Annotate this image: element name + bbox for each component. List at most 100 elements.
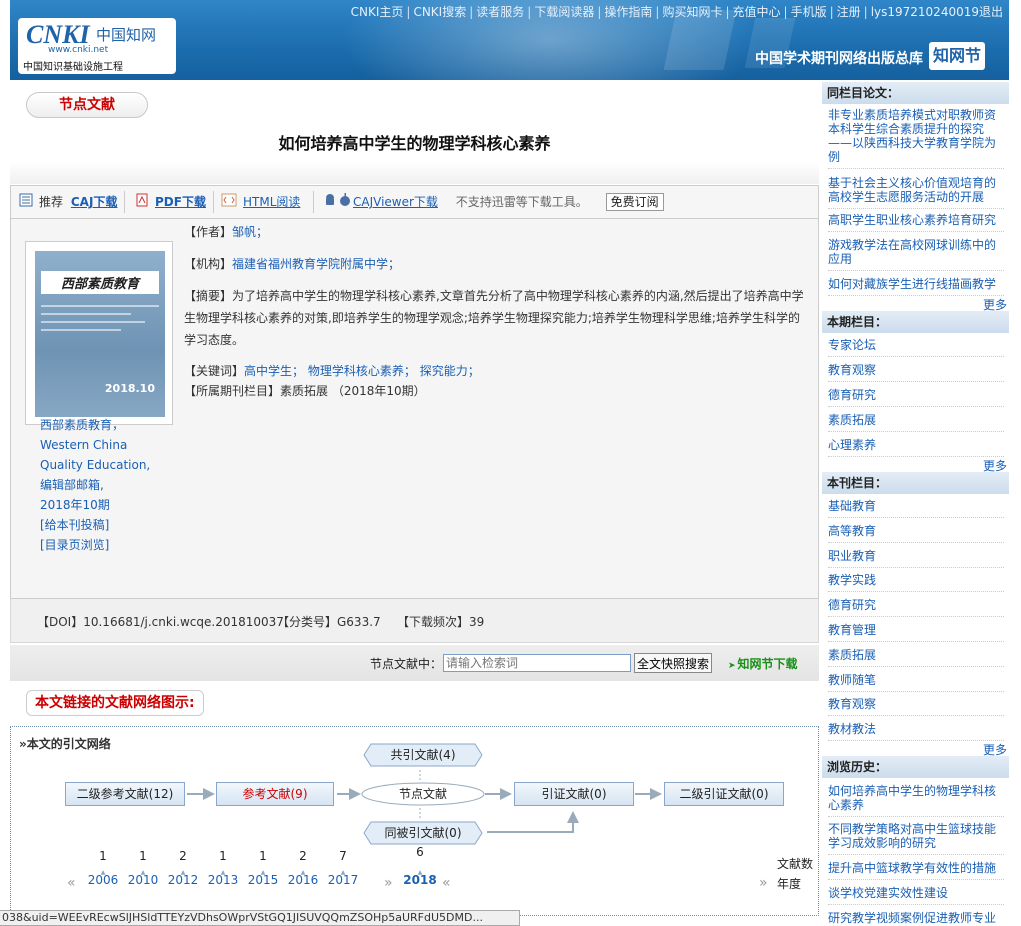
journal-name-en-1[interactable]: Western China [40, 435, 150, 455]
journal-column-link[interactable]: 教师随笔 [828, 673, 1004, 692]
issue-column-link[interactable]: 德育研究 [828, 388, 1004, 407]
toolbar-divider [124, 191, 125, 213]
issue-column-link[interactable]: 教育观察 [828, 363, 1004, 382]
year-link[interactable]: 2017 [323, 873, 363, 887]
keywords-label: 【关键词】 [184, 364, 245, 378]
nav-download-reader[interactable]: 下载阅读器 [534, 5, 594, 19]
browse-history-heading: 浏览历史： [822, 756, 1009, 778]
nav-buy-card[interactable]: 购买知网卡 [662, 5, 722, 19]
journal-column-link[interactable]: 素质拓展 [828, 648, 1004, 667]
nav-cnki-search[interactable]: CNKI搜索 [413, 5, 466, 19]
cajviewer-group: CAJViewer下载 不支持迅雷等下载工具。 免费订阅 [323, 186, 664, 218]
issue-columns-heading: 本期栏目： [822, 311, 1009, 333]
journal-name-en-2[interactable]: Quality Education, [40, 455, 150, 475]
apple-icon [339, 187, 351, 219]
node-document-label: 节点文献 [398, 787, 447, 801]
same-column-article[interactable]: 如何对藏族学生进行线描画教学 [828, 277, 1004, 296]
same-column-article[interactable]: 高职学生职业核心素养培育研究 [828, 213, 1004, 232]
second-level-references[interactable]: 二级参考文献(12) [65, 782, 185, 806]
history-article[interactable]: 如何培养高中学生的物理学科核心素养 [828, 784, 1004, 817]
references[interactable]: 参考文献(9) [216, 782, 334, 806]
node-download-link[interactable]: 知网节下载 [728, 655, 798, 672]
keyword-link[interactable]: 高中学生； [244, 364, 304, 378]
journal-issue[interactable]: 2018年10期 [40, 495, 150, 515]
recommend-label: 推荐 [39, 195, 64, 209]
citing-documents[interactable]: 引证文献(0) [514, 782, 634, 806]
issue-column-link[interactable]: 专家论坛 [828, 338, 1004, 357]
abstract-text: 为了培养高中学生的物理学科核心素养,文章首先分析了高中物理学科核心素养的内涵,然… [184, 289, 804, 347]
journal-column-link[interactable]: 教育观察 [828, 697, 1004, 716]
second-level-citing[interactable]: 二级引证文献(0) [664, 782, 784, 806]
abstract-row: 【摘要】为了培养高中学生的物理学科核心素养,文章首先分析了高中物理学科核心素养的… [184, 285, 804, 351]
year-scroll-arrow[interactable]: « [442, 875, 451, 891]
logo-chinese: 中国知网 [96, 26, 157, 44]
keyword-link[interactable]: 物理学科核心素养； [308, 364, 416, 378]
cover-line [41, 305, 159, 307]
cajviewer-download-link[interactable]: CAJViewer下载 [353, 195, 438, 209]
nav-mobile[interactable]: 手机版 [791, 5, 827, 19]
author-link[interactable]: 邹帆； [232, 225, 268, 239]
nav-register[interactable]: 注册 [837, 5, 861, 19]
year-link[interactable]: 2015 [243, 873, 283, 887]
author-label: 【作者】 [184, 225, 233, 239]
year-link[interactable]: 2016 [283, 873, 323, 887]
network-title: 本文链接的文献网络图示: [26, 690, 204, 716]
journal-column-link[interactable]: 教材教法 [828, 722, 1004, 741]
pdf-download-link[interactable]: PDF下载 [155, 195, 206, 209]
article-detail-panel: 西部素质教育 2018.10 西部素质教育， Western China Qua… [10, 219, 819, 599]
co-citing-label: 同被引文献(0) [384, 826, 462, 840]
history-article[interactable]: 研究教学视频案例促进教师专业 [828, 911, 1004, 926]
timeline-end-arrow[interactable]: » [759, 875, 768, 891]
download-tool-note: 不支持迅雷等下载工具。 [455, 195, 588, 209]
history-article[interactable]: 不同教学策略对高中生篮球技能学习成效影响的研究 [828, 822, 1004, 855]
caj-download-link[interactable]: CAJ下载 [71, 195, 118, 209]
cover-issue: 2018.10 [104, 382, 155, 395]
nav-cnki-home[interactable]: CNKI主页 [351, 5, 404, 19]
nav-logout[interactable]: lys197210240019退出 [871, 5, 1003, 19]
toc-browse-link[interactable]: [目录页浏览] [40, 535, 150, 555]
journal-column-link[interactable]: 德育研究 [828, 598, 1004, 617]
journal-cover-frame[interactable]: 西部素质教育 2018.10 [25, 241, 173, 425]
abstract-label: 【摘要】 [184, 289, 233, 303]
editorial-email[interactable]: 编辑部邮箱, [40, 475, 150, 495]
journal-name-cn[interactable]: 西部素质教育， [40, 415, 150, 435]
issue-column-link[interactable]: 素质拓展 [828, 413, 1004, 432]
co-cited-documents[interactable]: 共引文献(4) [363, 743, 483, 767]
journal-column-link[interactable]: 职业教育 [828, 549, 1004, 568]
co-citing-documents[interactable]: 同被引文献(0) [363, 821, 483, 845]
html-read-link[interactable]: HTML阅读 [243, 195, 300, 209]
journal-column-link[interactable]: 基础教育 [828, 499, 1004, 518]
journal-column-link[interactable]: 教育管理 [828, 623, 1004, 642]
history-article[interactable]: 提升高中篮球教学有效性的措施 [828, 861, 1004, 880]
nav-reader-service[interactable]: 读者服务 [476, 5, 524, 19]
organization-link[interactable]: 福建省福州教育学院附属中学； [232, 257, 400, 271]
node-document[interactable]: 节点文献 [361, 782, 485, 806]
cnki-logo[interactable]: CNKI 中国知网 www.cnki.net 中国知识基础设施工程 [18, 18, 176, 74]
year-link[interactable]: 2010 [123, 873, 163, 887]
year-count: 7 [339, 849, 347, 863]
year-link[interactable]: 2013 [203, 873, 243, 887]
year-link[interactable]: 2006 [83, 873, 123, 887]
submit-link[interactable]: [给本刊投稿] [40, 515, 150, 535]
same-column-article[interactable]: 游戏教学法在高校网球训练中的应用 [828, 238, 1004, 271]
selected-year[interactable]: 2018 [400, 873, 440, 887]
nav-recharge[interactable]: 充值中心 [733, 5, 781, 19]
year-link[interactable]: 2012 [163, 873, 203, 887]
keyword-link[interactable]: 探究能力； [420, 364, 480, 378]
fulltext-search-button[interactable]: 全文快照搜索 [634, 653, 712, 673]
search-input[interactable] [443, 654, 631, 672]
journal-column-link[interactable]: 高等教育 [828, 524, 1004, 543]
next-year-arrow[interactable]: » [384, 875, 393, 891]
nav-guide[interactable]: 操作指南 [604, 5, 652, 19]
year-count: 1 [99, 849, 107, 863]
same-column-article[interactable]: 非专业素质培养模式对职教师资本科学生综合素质提升的探究——以陕西科技大学教育学院… [828, 108, 1004, 169]
history-article[interactable]: 谈学校党建实效性建设 [828, 886, 1004, 905]
logo-url: www.cnki.net [48, 45, 109, 55]
journal-column-link[interactable]: 教学实践 [828, 573, 1004, 592]
same-column-article[interactable]: 基于社会主义核心价值观培育的高校学生志愿服务活动的开展 [828, 176, 1004, 209]
android-icon [323, 187, 337, 219]
prev-year-arrow[interactable]: « [67, 875, 76, 891]
zhiwangjie-logo: 知网节 [929, 42, 985, 70]
free-subscribe-button[interactable]: 免费订阅 [605, 193, 664, 211]
issue-column-link[interactable]: 心理素养 [828, 438, 1004, 457]
